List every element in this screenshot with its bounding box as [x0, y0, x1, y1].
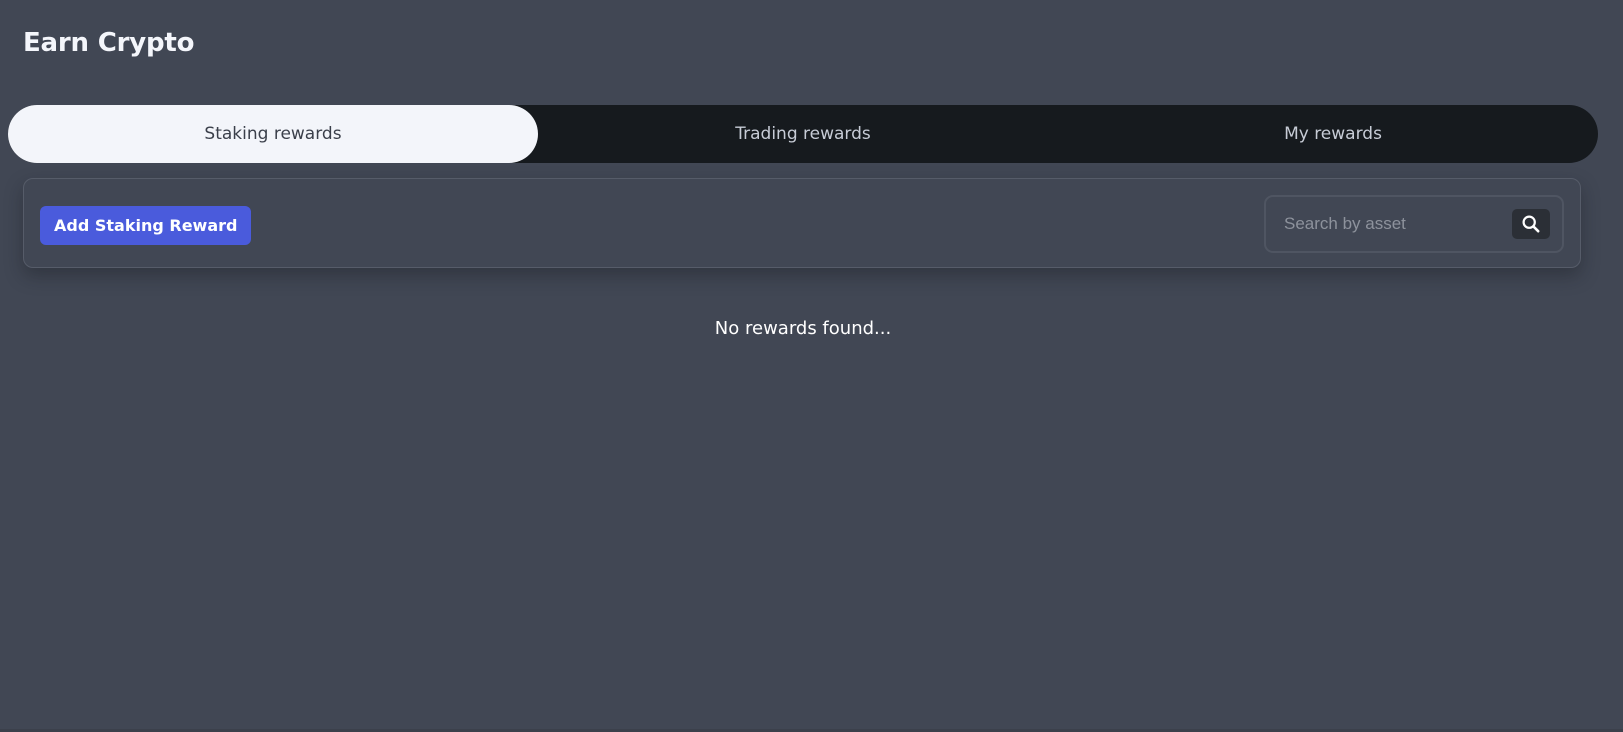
earn-crypto-page: Earn Crypto Staking rewards Trading rewa…: [0, 0, 1623, 732]
tab-my-rewards[interactable]: My rewards: [1068, 105, 1598, 163]
search-box: [1264, 195, 1564, 253]
tab-staking-rewards[interactable]: Staking rewards: [8, 105, 538, 163]
empty-rewards-message: No rewards found...: [714, 318, 892, 339]
tab-trading-rewards[interactable]: Trading rewards: [538, 105, 1068, 163]
search-input[interactable]: [1282, 213, 1512, 235]
rewards-tab-bar: Staking rewards Trading rewards My rewar…: [8, 105, 1598, 163]
add-staking-reward-button[interactable]: Add Staking Reward: [40, 206, 252, 245]
page-title: Earn Crypto: [23, 28, 195, 58]
search-button[interactable]: [1512, 209, 1550, 239]
search-icon: [1521, 214, 1541, 234]
rewards-toolbar: Add Staking Reward: [23, 178, 1581, 268]
